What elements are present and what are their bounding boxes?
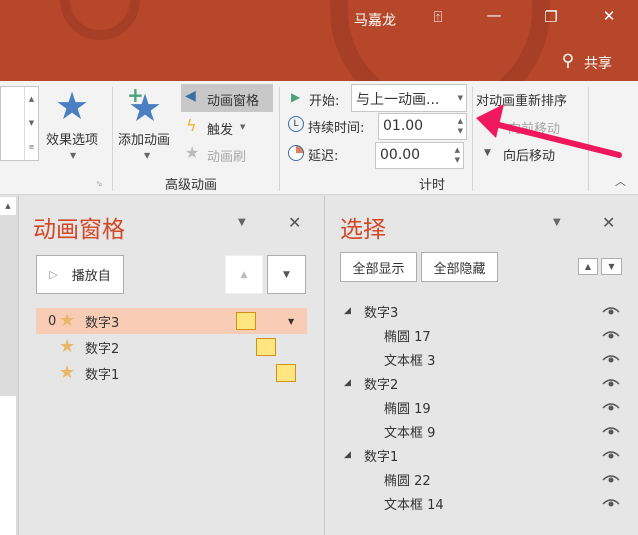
- close-icon[interactable]: ✕: [288, 213, 301, 232]
- visibility-eye-icon[interactable]: [602, 354, 620, 364]
- tree-item-label: 椭圆 17: [384, 329, 431, 345]
- tree-item-label: 文本框 9: [384, 425, 436, 441]
- animation-item[interactable]: ★ 数字2: [36, 335, 307, 359]
- tree-item-label: 数字2: [364, 377, 399, 393]
- play-from-button[interactable]: ▷ 播放自: [36, 255, 124, 294]
- chevron-down-icon[interactable]: ▼: [288, 317, 294, 326]
- pane-options-icon[interactable]: ▼: [238, 217, 246, 228]
- send-backward-button[interactable]: ▼: [601, 258, 622, 275]
- tree-item-label: 文本框 3: [384, 353, 436, 369]
- emphasis-star-icon: ★: [59, 362, 76, 383]
- visibility-eye-icon[interactable]: [602, 378, 620, 388]
- tree-item[interactable]: 文本框 3: [327, 347, 638, 371]
- pane-title: 选择: [340, 217, 386, 243]
- tree-item[interactable]: 椭圆 17: [327, 323, 638, 347]
- emphasis-star-icon: ★: [59, 310, 76, 331]
- visibility-eye-icon[interactable]: [602, 306, 620, 316]
- move-up-button[interactable]: ▲: [225, 255, 263, 294]
- hide-all-button[interactable]: 全部隐藏: [421, 252, 498, 282]
- play-from-label: 播放自: [71, 269, 111, 284]
- emphasis-star-icon: ★: [59, 336, 76, 357]
- pane-options-icon[interactable]: ▼: [553, 217, 561, 228]
- expand-triangle-icon[interactable]: ◢: [344, 450, 351, 460]
- item-label: 数字2: [85, 341, 120, 357]
- tree-item-label: 数字1: [364, 449, 399, 465]
- visibility-eye-icon[interactable]: [602, 474, 620, 484]
- tree-item-label: 文本框 14: [384, 497, 444, 513]
- move-down-button[interactable]: ▼: [267, 255, 306, 294]
- bring-forward-button[interactable]: ▲: [578, 258, 598, 275]
- scroll-up-button[interactable]: ▲: [0, 197, 16, 215]
- tree-group-item[interactable]: ◢ 数字1: [327, 443, 638, 467]
- item-label: 数字1: [85, 367, 120, 383]
- visibility-eye-icon[interactable]: [602, 498, 620, 508]
- play-icon: ▷: [49, 268, 58, 281]
- tree-group-item[interactable]: ◢ 数字2: [327, 371, 638, 395]
- selection-pane: 选择 ▼ ✕ 全部显示 全部隐藏 ▲ ▼ ◢ 数字3 椭圆 17 文本框 3 ◢ 数字2 椭…: [327, 196, 638, 535]
- show-all-button[interactable]: 全部显示: [340, 252, 417, 282]
- tree-group-item[interactable]: ◢ 数字3: [327, 299, 638, 323]
- item-index: 0: [48, 313, 57, 329]
- item-label: 数字3: [85, 315, 120, 331]
- visibility-eye-icon[interactable]: [602, 402, 620, 412]
- timeline-bar: [236, 312, 256, 330]
- slide-thumbnail[interactable]: [0, 396, 16, 535]
- tree-item-label: 椭圆 22: [384, 473, 431, 489]
- timeline-bar: [276, 364, 296, 382]
- tree-item[interactable]: 椭圆 22: [327, 467, 638, 491]
- timeline-bar: [256, 338, 276, 356]
- slide-thumbnail-strip: ▲: [0, 196, 19, 535]
- animation-pane: 动画窗格 ▼ ✕ ▷ 播放自 ▲ ▼ 0 ★ 数字3 ▼ ★ 数字2 ★ 数字1: [20, 196, 325, 535]
- tree-item-label: 数字3: [364, 305, 399, 321]
- expand-triangle-icon[interactable]: ◢: [344, 378, 351, 388]
- tree-item[interactable]: 文本框 9: [327, 419, 638, 443]
- visibility-eye-icon[interactable]: [602, 426, 620, 436]
- pane-title: 动画窗格: [33, 217, 125, 243]
- visibility-eye-icon[interactable]: [602, 330, 620, 340]
- tree-item-label: 椭圆 19: [384, 401, 431, 417]
- expand-triangle-icon[interactable]: ◢: [344, 306, 351, 316]
- animation-item[interactable]: ★ 数字1: [36, 361, 307, 385]
- visibility-eye-icon[interactable]: [602, 450, 620, 460]
- tree-item[interactable]: 文本框 14: [327, 491, 638, 515]
- tree-item[interactable]: 椭圆 19: [327, 395, 638, 419]
- close-icon[interactable]: ✕: [602, 213, 615, 232]
- animation-item[interactable]: 0 ★ 数字3 ▼: [36, 308, 307, 334]
